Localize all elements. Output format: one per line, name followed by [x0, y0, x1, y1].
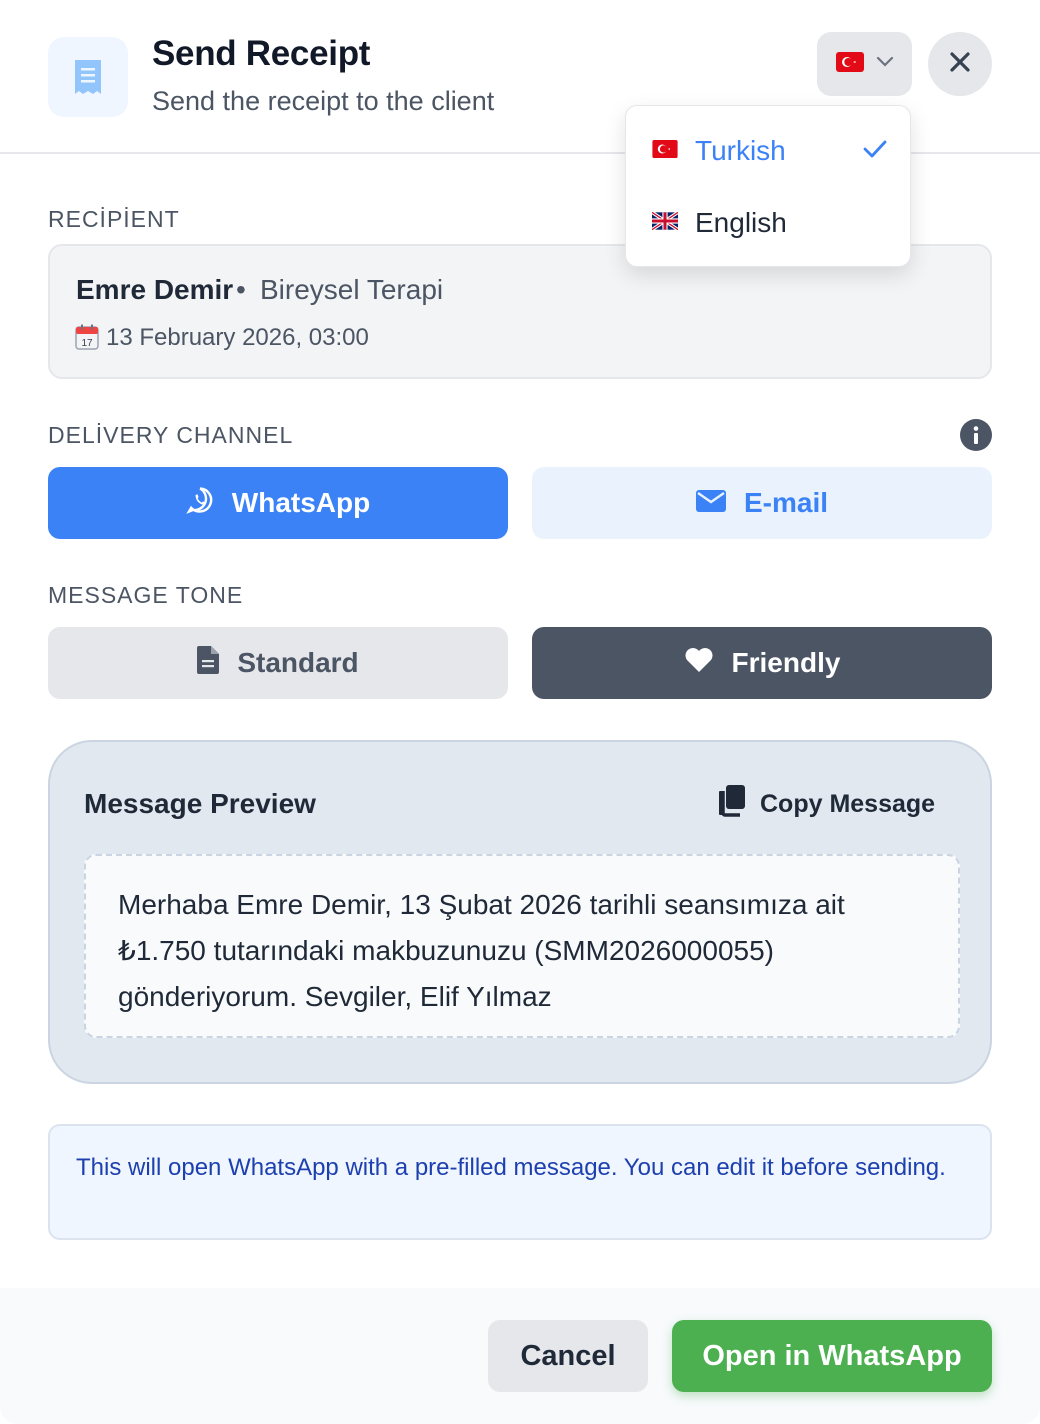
- language-dropdown: Turkish English: [625, 105, 911, 267]
- modal-subtitle: Send the receipt to the client: [152, 86, 495, 116]
- channel-whatsapp-button[interactable]: WhatsApp: [48, 467, 508, 539]
- chevron-down-icon: [876, 55, 894, 73]
- whatsapp-icon: [186, 486, 214, 521]
- open-in-whatsapp-button[interactable]: Open in WhatsApp: [672, 1320, 992, 1392]
- copy-message-label: Copy Message: [760, 789, 936, 818]
- copy-icon: [718, 784, 746, 824]
- message-preview-panel: Message Preview Copy Message Merhaba Emr…: [48, 740, 992, 1084]
- close-icon: [949, 51, 971, 78]
- message-preview-text: Merhaba Emre Demir, 13 Şubat 2026 tarihl…: [84, 854, 960, 1038]
- info-icon[interactable]: [960, 419, 992, 451]
- language-option-turkish[interactable]: Turkish: [626, 115, 912, 187]
- send-receipt-modal: Send Receipt Send the receipt to the cli…: [0, 0, 1040, 1424]
- language-option-label: Turkish: [695, 135, 786, 166]
- whatsapp-notice: This will open WhatsApp with a pre-fille…: [48, 1124, 992, 1240]
- separator-dot: •: [236, 274, 246, 305]
- modal-title: Send Receipt: [152, 34, 371, 73]
- turkey-flag-icon: [835, 51, 864, 77]
- mail-icon: [695, 487, 726, 519]
- uk-flag-icon: [651, 210, 679, 235]
- channel-label: WhatsApp: [231, 487, 371, 518]
- heart-icon: [684, 647, 714, 680]
- copy-message-button[interactable]: Copy Message: [718, 784, 936, 824]
- channel-label: E-mail: [743, 487, 829, 518]
- cancel-button[interactable]: Cancel: [488, 1320, 648, 1392]
- language-selector-button[interactable]: [817, 32, 912, 96]
- receipt-icon: [48, 37, 128, 117]
- tone-friendly-button[interactable]: Friendly: [532, 627, 992, 699]
- checkmark-icon: [863, 140, 887, 163]
- document-icon: [197, 645, 220, 681]
- close-button[interactable]: [928, 32, 992, 96]
- tone-standard-button[interactable]: Standard: [48, 627, 508, 699]
- svg-text:17: 17: [81, 338, 93, 349]
- preview-title: Message Preview: [84, 788, 316, 819]
- calendar-icon: 17: [75, 324, 99, 350]
- channel-email-button[interactable]: E-mail: [532, 467, 992, 539]
- language-option-label: English: [695, 207, 787, 238]
- language-option-english[interactable]: English: [626, 187, 912, 259]
- tone-label: Friendly: [731, 647, 841, 678]
- turkey-flag-icon: [652, 139, 678, 163]
- tone-label: Standard: [237, 647, 359, 678]
- recipient-name: Emre Demir: [76, 274, 234, 305]
- delivery-section-label: DELİVERY CHANNEL: [48, 422, 294, 448]
- session-date: 13 February 2026, 03:00: [106, 324, 369, 351]
- recipient-service: Bireysel Terapi: [260, 274, 444, 305]
- tone-section-label: MESSAGE TONE: [48, 582, 244, 608]
- recipient-section-label: RECİPİENT: [48, 206, 180, 232]
